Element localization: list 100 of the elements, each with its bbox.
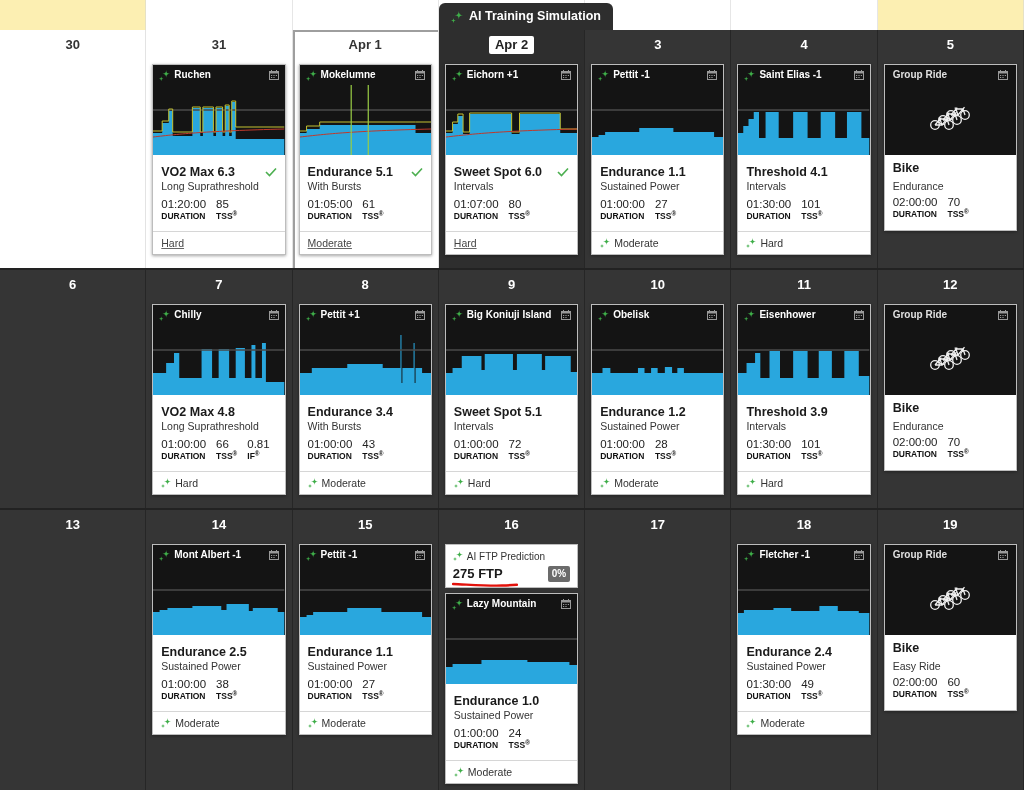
calendar-icon[interactable] [998, 70, 1008, 80]
stat-label: TSS$^{®}$ [801, 451, 823, 461]
workout-card[interactable]: Big Koniuji Island Sweet Spot 5.1 Intervals 01:00:00 DURATION 72 TSS$^{®}$ Hard [444, 304, 579, 495]
workout-card[interactable]: Pettit +1 Endurance 3.4 With Bursts 01:00:00 DURATION 43 TSS$^{®}$ Moderate [298, 304, 432, 495]
stat-value: 01:30:00 [746, 438, 792, 451]
calendar-icon[interactable] [561, 310, 572, 320]
workout-title: Endurance 3.4 [307, 405, 393, 420]
workout-subtitle: Long Suprathreshold [161, 180, 260, 193]
stat-value: 01:30:00 [746, 198, 792, 211]
workout-card[interactable]: Chilly VO2 Max 4.8 Long Suprathreshold 01:00:00 DURATION 66 TSS$^{®}$ 0.81 IF$^{®}$ Hard [152, 304, 286, 495]
day-number: 13 [65, 516, 80, 534]
bicycles-icon [930, 346, 971, 370]
stat-value: 01:05:00 [307, 198, 353, 211]
workout-title: Endurance 2.4 [746, 645, 832, 660]
simulation-tab[interactable]: AI Training Simulation [439, 3, 613, 30]
calendar-icon[interactable] [707, 70, 718, 80]
stat-value: 0.81 [247, 438, 270, 450]
workout-card[interactable]: Fletcher -1 Endurance 2.4 Sustained Power 01:30:00 DURATION 49 TSS$^{®}$ Moderate [737, 544, 871, 735]
stat-value: 24 [508, 727, 523, 740]
workout-card[interactable]: Eichorn +1 Sweet Spot 6.0 Intervals 01:07:00 DURATION 80 TSS$^{®}$ Hard [444, 64, 579, 255]
calendar-icon[interactable] [998, 550, 1008, 560]
ftp-value: 275 FTP [452, 566, 503, 582]
workout-title: Bike [892, 401, 921, 416]
calendar-icon[interactable] [561, 70, 572, 80]
workout-title: Sweet Spot 6.0 [453, 165, 543, 180]
bicycles-icon [930, 586, 971, 610]
workout-card[interactable]: Obelisk Endurance 1.2 Sustained Power 01:00:00 DURATION 28 TSS$^{®}$ Moderate [591, 304, 725, 495]
calendar-icon[interactable] [414, 70, 425, 80]
workout-subtitle: Long Suprathreshold [161, 420, 260, 433]
stat-label: TSS$^{®}$ [216, 211, 238, 221]
workout-card[interactable]: Lazy Mountain Endurance 1.0 Sustained Power 01:00:00 DURATION 24 TSS$^{®}$ Moderate [444, 593, 579, 784]
stat-label: DURATION [892, 449, 938, 459]
calendar-icon[interactable] [268, 550, 279, 560]
sparkle-icon [744, 309, 756, 321]
workout-name: Pettit +1 [320, 309, 361, 321]
group-ride-card[interactable]: Group Ride Bike Easy Ride 02:00:00 DURATION 60 TSS$^{®}$ [883, 544, 1017, 711]
day-number: 17 [650, 516, 665, 534]
intensity-label: Moderate [321, 476, 366, 490]
stat-value: 72 [508, 438, 523, 451]
intensity-link[interactable]: Hard [453, 236, 477, 250]
calendar-icon[interactable] [853, 70, 864, 80]
stat-label: DURATION [307, 451, 353, 461]
workout-card[interactable]: Pettit -1 Endurance 1.1 Sustained Power 01:00:00 DURATION 27 TSS$^{®}$ Moderate [591, 64, 725, 255]
group-ride-card[interactable]: Group Ride Bike Endurance 02:00:00 DURATION 70 TSS$^{®}$ [883, 304, 1017, 471]
stat-label: TSS$^{®}$ [216, 691, 238, 701]
stat-label: DURATION [307, 211, 353, 221]
workout-title: Bike [892, 641, 921, 656]
calendar-icon[interactable] [998, 310, 1008, 320]
workout-subtitle: Intervals [746, 180, 788, 193]
stat-value: 101 [801, 198, 822, 210]
workout-card[interactable]: Saint Elias -1 Threshold 4.1 Intervals 01:30:00 DURATION 101 TSS$^{®}$ Hard [737, 64, 871, 255]
sparkle-icon [305, 549, 317, 561]
workout-name: Eisenhower [759, 309, 817, 321]
workout-subtitle: Sustained Power [600, 420, 681, 433]
stat-value: 27 [362, 678, 377, 691]
workout-subtitle: Sustained Power [600, 180, 681, 193]
workout-name: Pettit -1 [320, 549, 359, 561]
day-number: Apr 1 [348, 36, 382, 54]
calendar-icon[interactable] [707, 310, 718, 320]
day-number: 18 [796, 516, 812, 534]
workout-subtitle: Intervals [746, 420, 788, 433]
workout-title: Endurance 5.1 [307, 165, 393, 180]
calendar-icon[interactable] [561, 599, 572, 609]
workout-name: Chilly [174, 309, 203, 321]
day-number: 14 [211, 516, 227, 534]
intensity-label: Hard [760, 476, 784, 490]
ftp-prediction-card[interactable]: AI FTP Prediction 275 FTP 0% [444, 544, 579, 588]
workout-card[interactable]: Mokelumne Endurance 5.1 With Bursts 01:05:00 DURATION 61 TSS$^{®}$ Moderate [298, 64, 432, 255]
sparkle-icon [452, 551, 463, 561]
intensity-label: Moderate [760, 716, 805, 730]
calendar-icon[interactable] [268, 70, 279, 80]
intensity-label: Hard [175, 476, 199, 490]
stat-value: 101 [801, 438, 822, 450]
day-number: 8 [361, 276, 369, 294]
stat-value: 02:00:00 [892, 196, 938, 209]
workout-card[interactable]: Pettit -1 Endurance 1.1 Sustained Power 01:00:00 DURATION 27 TSS$^{®}$ Moderate [298, 544, 432, 735]
calendar-icon[interactable] [414, 550, 425, 560]
workout-subtitle: Intervals [453, 180, 495, 193]
calendar-icon[interactable] [414, 310, 425, 320]
workout-card[interactable]: Eisenhower Threshold 3.9 Intervals 01:30:00 DURATION 101 TSS$^{®}$ Hard [737, 304, 871, 495]
intensity-link[interactable]: Moderate [307, 236, 352, 250]
calendar-icon[interactable] [268, 310, 279, 320]
stat-label: TSS$^{®}$ [362, 451, 384, 461]
stat-value: 02:00:00 [892, 676, 938, 689]
day-number: 11 [797, 276, 811, 294]
stat-value: 43 [362, 438, 377, 451]
intensity-label: Moderate [321, 716, 366, 730]
intensity-link[interactable]: Hard [161, 236, 185, 250]
workout-name: Pettit -1 [613, 69, 651, 81]
workout-card[interactable]: Ruchen VO2 Max 6.3 Long Suprathreshold 01:20:00 DURATION 85 TSS$^{®}$ Hard [152, 64, 286, 255]
workout-card[interactable]: Mont Albert -1 Endurance 2.5 Sustained Power 01:00:00 DURATION 38 TSS$^{®}$ Moderate [152, 544, 286, 735]
sparkle-icon [451, 309, 463, 321]
workout-subtitle: Sustained Power [746, 660, 827, 673]
calendar-icon[interactable] [853, 310, 864, 320]
sparkle-icon [159, 309, 171, 321]
workout-subtitle: With Bursts [307, 420, 363, 433]
sparkle-icon [744, 69, 756, 81]
calendar-icon[interactable] [853, 550, 864, 560]
day-number: 15 [357, 516, 373, 534]
group-ride-card[interactable]: Group Ride Bike Endurance 02:00:00 DURATION 70 TSS$^{®}$ [883, 64, 1017, 231]
